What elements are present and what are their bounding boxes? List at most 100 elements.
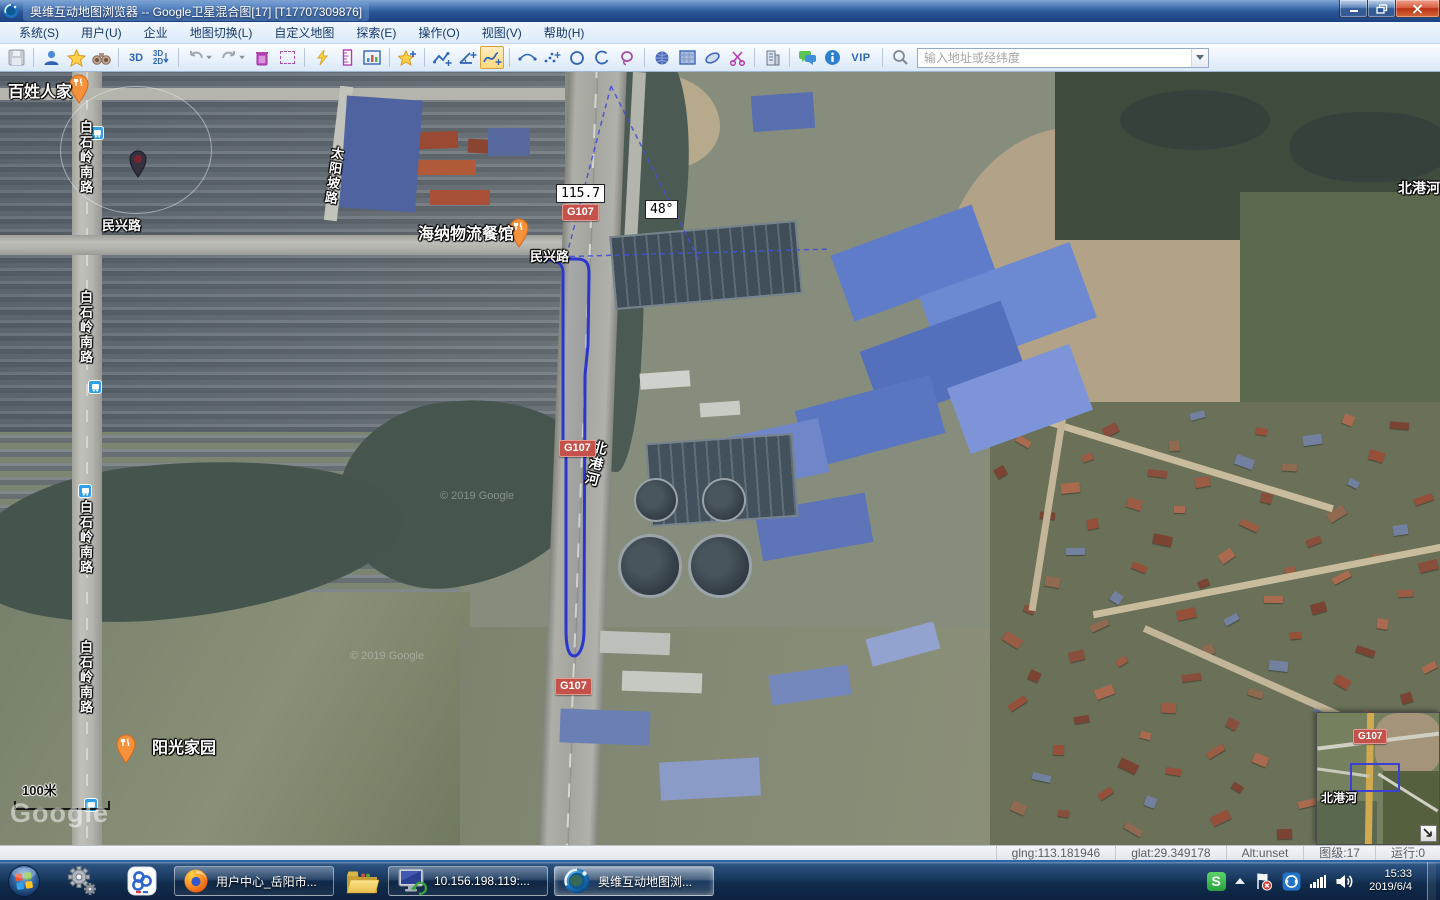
search-icon[interactable] [888, 46, 912, 69]
menu-explore[interactable]: 探索(E) [345, 22, 407, 43]
menu-system[interactable]: 系统(S) [8, 22, 70, 43]
sphere-region-icon[interactable] [650, 46, 674, 69]
ruler-icon[interactable] [335, 46, 359, 69]
clock[interactable]: 15:33 2019/6/4 [1369, 868, 1412, 894]
menu-help[interactable]: 帮助(H) [533, 22, 596, 43]
village-roof [1413, 493, 1433, 506]
minimize-button[interactable] [1339, 0, 1368, 18]
vip-button[interactable]: VIP [845, 46, 877, 69]
status-bar: glng:113.181946 glat:29.349178 Alt:unset… [0, 845, 1440, 862]
menu-map-switch[interactable]: 地图切换(L) [179, 22, 264, 43]
title-bar[interactable]: 奥维互动地图浏览器 -- Google卫星混合图[17] [T177073098… [0, 0, 1440, 22]
start-button[interactable] [4, 864, 44, 898]
village-roof [1217, 548, 1235, 565]
taskbar-window-usercenter[interactable]: 用户中心_岳阳市... [174, 866, 334, 896]
show-desktop-button[interactable] [1427, 862, 1436, 900]
village-roof [1097, 786, 1113, 800]
terrain-patch [430, 190, 490, 205]
measure-length-label: 115.7 [556, 184, 605, 203]
info-icon[interactable] [820, 46, 844, 69]
village-roof [1166, 767, 1182, 776]
binoculars-icon[interactable] [89, 46, 113, 69]
village-roof [1264, 596, 1283, 603]
select-region-icon[interactable] [275, 46, 299, 69]
status-alt: Alt:unset [1226, 846, 1304, 860]
show-hidden-icons-button[interactable] [1235, 878, 1245, 884]
dark-pin-marker[interactable] [128, 150, 148, 183]
minimap-river-label: 北港河 [1321, 789, 1357, 806]
restore-button[interactable] [1367, 0, 1396, 18]
toggle-3d-2d-icon[interactable]: 3D2D [149, 46, 173, 69]
minimap-extent-rect[interactable] [1350, 763, 1400, 792]
scatter-points-icon[interactable] [540, 46, 564, 69]
system-tray: S 15:33 2019/6/4 [1207, 862, 1440, 900]
village-roof [1223, 613, 1240, 626]
scissors-icon[interactable] [725, 46, 749, 69]
road-label-minxing: 民兴路 [102, 215, 141, 234]
undo-icon[interactable] [184, 46, 216, 69]
netdisk-icon[interactable] [122, 864, 162, 898]
arc-tool-icon[interactable] [515, 46, 539, 69]
minimap[interactable]: G107 北港河 [1316, 712, 1440, 845]
village-roof [1247, 688, 1263, 699]
user-icon[interactable] [39, 46, 63, 69]
quick-measure-icon[interactable] [310, 46, 334, 69]
road-label-baishiling: 白石岭南路 [76, 640, 95, 715]
poi-label-baixing: 百姓人家 [8, 78, 72, 102]
village-roof [1002, 631, 1023, 650]
menu-operation[interactable]: 操作(O) [407, 22, 470, 43]
network-signal-icon[interactable] [1310, 875, 1327, 888]
village-roof [1139, 731, 1151, 741]
screen-monitor-icon[interactable] [360, 46, 384, 69]
teamviewer-icon[interactable] [1282, 872, 1301, 891]
pen-ellipse-icon[interactable] [700, 46, 724, 69]
explorer-folder-icon[interactable] [342, 864, 382, 898]
redo-icon[interactable] [217, 46, 249, 69]
terrain-patch [339, 95, 423, 212]
add-polyline-icon[interactable] [430, 46, 454, 69]
circle-tool-icon[interactable] [565, 46, 589, 69]
arc-circle-tool-icon[interactable] [590, 46, 614, 69]
save-icon[interactable] [4, 46, 28, 69]
terrain-patch [634, 478, 678, 522]
village-roof [1376, 618, 1388, 629]
volume-icon[interactable] [1335, 873, 1354, 890]
map-viewport[interactable]: 百姓人家 海纳物流餐馆 阳光家园 民兴路 民兴路 白石岭南路 白石岭南路 白石岭… [0, 72, 1440, 845]
restaurant-poi-icon[interactable] [115, 734, 137, 769]
action-center-flag-icon[interactable] [1254, 872, 1273, 891]
menu-user[interactable]: 用户(U) [70, 22, 133, 43]
village-roof [1010, 800, 1028, 815]
terrain-patch [688, 534, 752, 598]
region-fill-icon[interactable] [675, 46, 699, 69]
menu-custom-map[interactable]: 自定义地图 [263, 22, 345, 43]
terrain-patch [700, 401, 741, 418]
menu-view[interactable]: 视图(V) [471, 22, 533, 43]
add-curve-icon[interactable] [480, 46, 504, 69]
view-3d-icon[interactable]: 3D [124, 46, 148, 69]
road-label-minxing: 民兴路 [530, 246, 569, 265]
sogou-input-icon[interactable]: S [1207, 872, 1226, 891]
village-roof [1282, 464, 1297, 472]
settings-gears-icon[interactable] [62, 864, 102, 898]
terrain-patch [751, 92, 815, 132]
lasso-tool-icon[interactable] [615, 46, 639, 69]
village-roof [1392, 524, 1408, 536]
address-search-input[interactable] [918, 50, 1191, 66]
delete-icon[interactable] [250, 46, 274, 69]
menu-enterprise[interactable]: 企业 [133, 22, 179, 43]
search-dropdown-button[interactable] [1191, 49, 1208, 67]
building-icon[interactable] [760, 46, 784, 69]
village-roof [1053, 745, 1064, 755]
add-angle-icon[interactable] [455, 46, 479, 69]
favorite-star-icon[interactable] [64, 46, 88, 69]
village-roof [1074, 715, 1090, 724]
minimap-expand-button[interactable] [1420, 825, 1437, 842]
terrain-patch [1290, 112, 1440, 182]
taskbar-window-remote[interactable]: 10.156.198.119:... [388, 866, 548, 896]
chat-icon[interactable] [795, 46, 819, 69]
village-roof [1355, 645, 1375, 658]
close-button[interactable] [1395, 0, 1440, 18]
add-placemark-icon[interactable] [395, 46, 419, 69]
taskbar-window-ovimap[interactable]: 奥维互动地图浏... [554, 866, 714, 896]
ovimap-globe-icon [563, 867, 591, 895]
